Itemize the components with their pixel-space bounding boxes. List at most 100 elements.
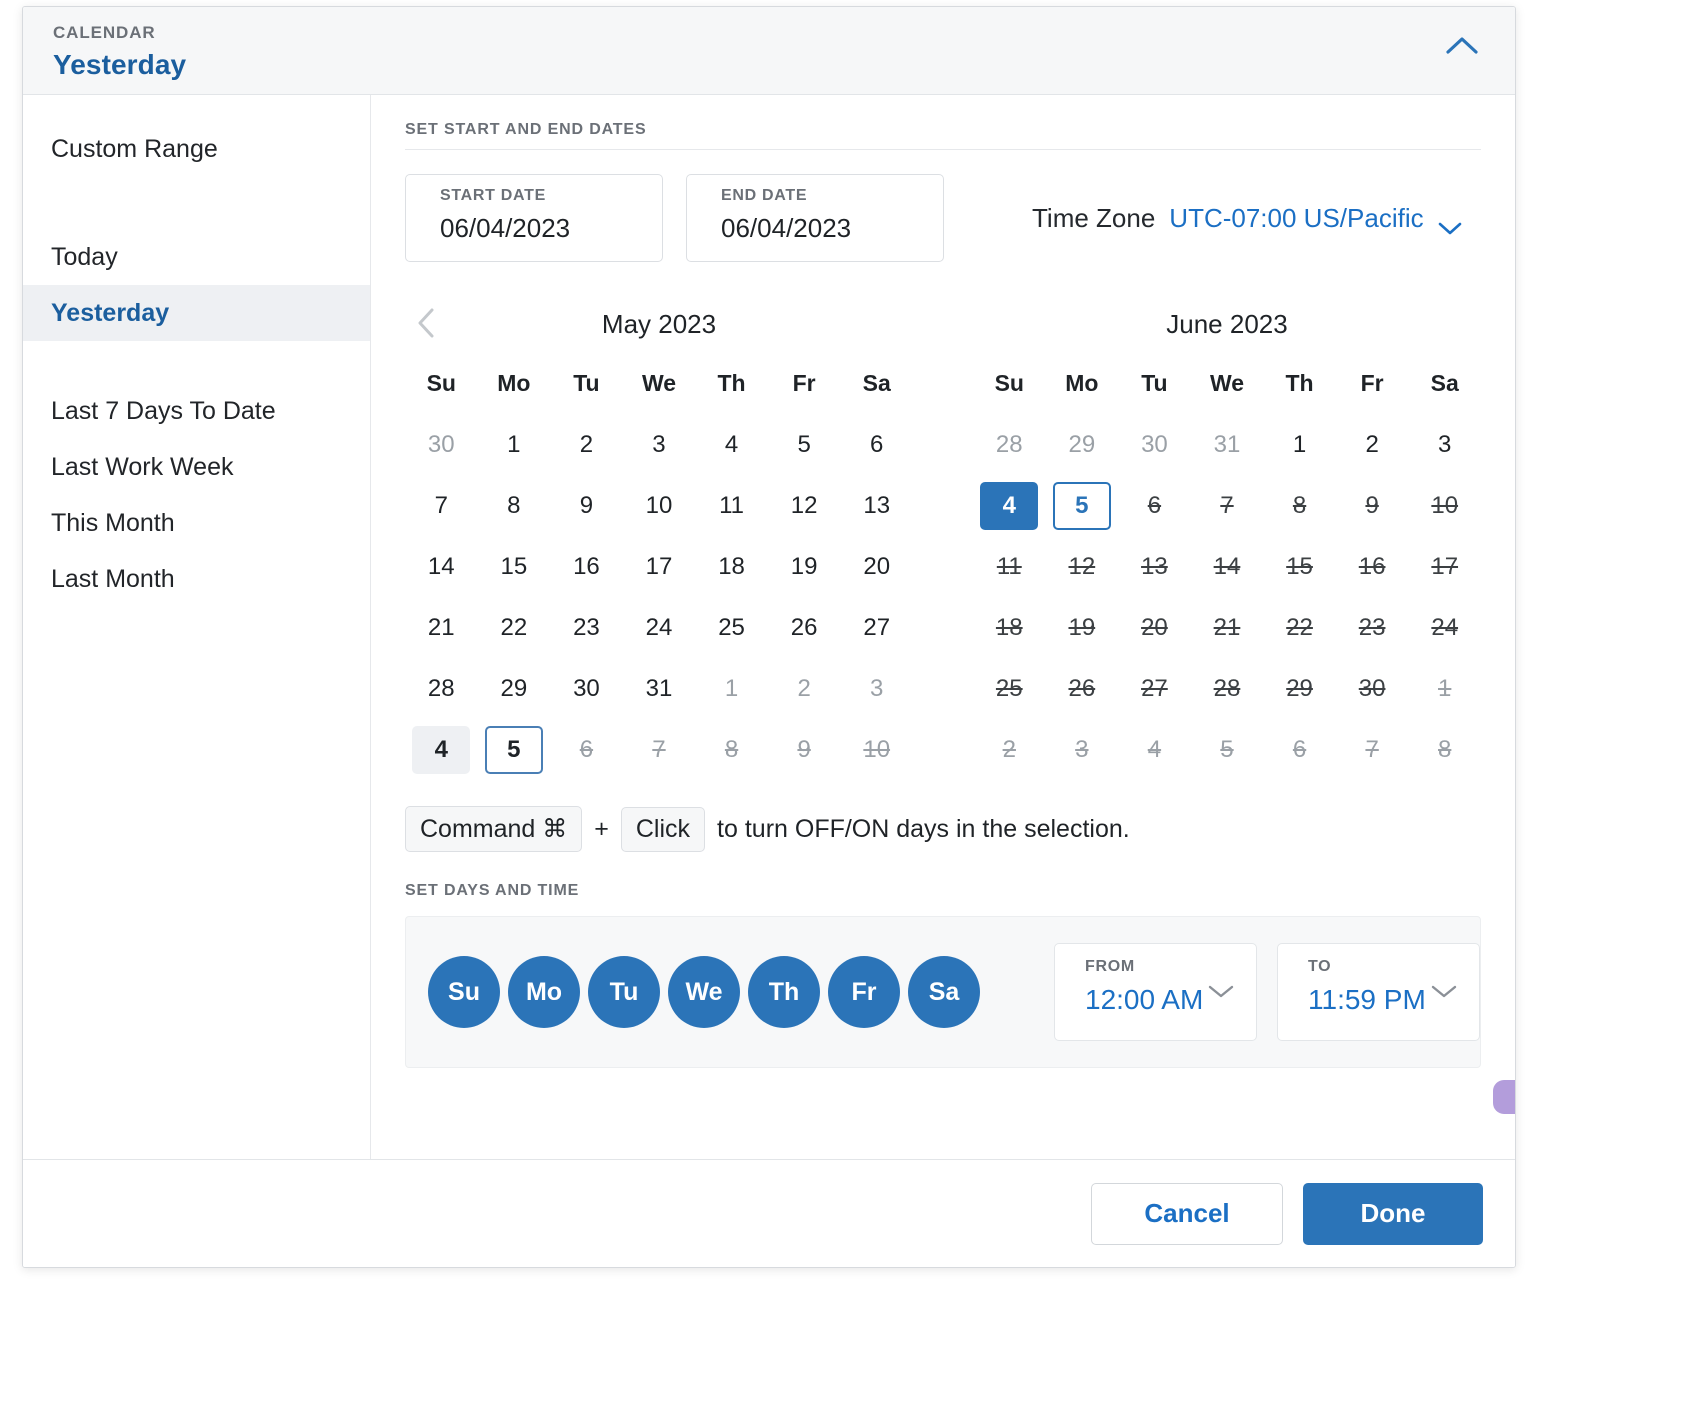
done-button[interactable]: Done: [1303, 1182, 1483, 1245]
calendar-day[interactable]: 16: [557, 543, 615, 591]
day-toggle-tu[interactable]: Tu: [588, 956, 660, 1028]
calendar-day[interactable]: 3: [848, 665, 906, 713]
sidebar-item-last-7-days-to-date[interactable]: Last 7 Days To Date: [23, 383, 370, 439]
sidebar-item-custom-range[interactable]: Custom Range: [23, 121, 370, 177]
calendar-day[interactable]: 27: [1125, 665, 1183, 713]
calendar-day[interactable]: 23: [1343, 604, 1401, 652]
sidebar-item-last-work-week[interactable]: Last Work Week: [23, 439, 370, 495]
chevron-down-icon[interactable]: [1208, 984, 1234, 999]
calendar-day[interactable]: 8: [703, 726, 761, 774]
calendar-day[interactable]: 9: [775, 726, 833, 774]
calendar-day[interactable]: 6: [848, 421, 906, 469]
calendar-day[interactable]: 5: [775, 421, 833, 469]
start-date-field[interactable]: START DATE 06/04/2023: [405, 174, 663, 262]
calendar-day[interactable]: 26: [775, 604, 833, 652]
calendar-day[interactable]: 8: [485, 482, 543, 530]
calendar-day[interactable]: 29: [1271, 665, 1329, 713]
calendar-day[interactable]: 3: [630, 421, 688, 469]
calendar-day[interactable]: 14: [1198, 543, 1256, 591]
calendar-day[interactable]: 13: [848, 482, 906, 530]
calendar-day[interactable]: 4: [980, 481, 1039, 530]
calendar-day[interactable]: 20: [1125, 604, 1183, 652]
calendar-day[interactable]: 23: [557, 604, 615, 652]
calendar-day[interactable]: 19: [1053, 604, 1111, 652]
calendar-day[interactable]: 11: [980, 543, 1038, 591]
calendar-day[interactable]: 17: [1416, 543, 1474, 591]
calendar-day[interactable]: 21: [412, 604, 470, 652]
to-time-field[interactable]: TO 11:59 PM: [1277, 943, 1480, 1041]
calendar-day[interactable]: 22: [485, 604, 543, 652]
calendar-day[interactable]: 2: [1343, 421, 1401, 469]
calendar-day[interactable]: 24: [630, 604, 688, 652]
calendar-day[interactable]: 11: [703, 482, 761, 530]
from-time-field[interactable]: FROM 12:00 AM: [1054, 943, 1257, 1041]
calendar-day[interactable]: 1: [485, 421, 543, 469]
calendar-day[interactable]: 30: [1125, 421, 1183, 469]
calendar-day[interactable]: 20: [848, 543, 906, 591]
calendar-day[interactable]: 2: [557, 421, 615, 469]
day-toggle-mo[interactable]: Mo: [508, 956, 580, 1028]
calendar-day[interactable]: 2: [775, 665, 833, 713]
calendar-day[interactable]: 7: [1198, 482, 1256, 530]
calendar-day[interactable]: 6: [1271, 726, 1329, 774]
calendar-day[interactable]: 26: [1053, 665, 1111, 713]
calendar-day[interactable]: 17: [630, 543, 688, 591]
calendar-day[interactable]: 16: [1343, 543, 1401, 591]
calendar-day[interactable]: 1: [1271, 421, 1329, 469]
calendar-day[interactable]: 10: [1416, 482, 1474, 530]
calendar-day[interactable]: 13: [1125, 543, 1183, 591]
calendar-day[interactable]: 3: [1416, 421, 1474, 469]
calendar-day[interactable]: 2: [980, 726, 1038, 774]
day-toggle-we[interactable]: We: [668, 956, 740, 1028]
calendar-day[interactable]: 4: [412, 725, 471, 774]
calendar-day[interactable]: 10: [848, 726, 906, 774]
calendar-day[interactable]: 8: [1416, 726, 1474, 774]
chevron-down-icon[interactable]: [1431, 984, 1457, 999]
calendar-day[interactable]: 28: [1198, 665, 1256, 713]
calendar-day[interactable]: 30: [557, 665, 615, 713]
calendar-day[interactable]: 15: [1271, 543, 1329, 591]
calendar-day[interactable]: 6: [1125, 482, 1183, 530]
calendar-day[interactable]: 6: [557, 726, 615, 774]
calendar-day[interactable]: 9: [1343, 482, 1401, 530]
day-toggle-su[interactable]: Su: [428, 956, 500, 1028]
calendar-day[interactable]: 5: [1052, 481, 1111, 530]
sidebar-item-this-month[interactable]: This Month: [23, 495, 370, 551]
calendar-day[interactable]: 14: [412, 543, 470, 591]
calendar-day[interactable]: 5: [484, 725, 543, 774]
day-toggle-th[interactable]: Th: [748, 956, 820, 1028]
calendar-day[interactable]: 21: [1198, 604, 1256, 652]
calendar-day[interactable]: 10: [630, 482, 688, 530]
sidebar-item-yesterday[interactable]: Yesterday: [23, 285, 370, 341]
end-date-field[interactable]: END DATE 06/04/2023: [686, 174, 944, 262]
calendar-day[interactable]: 12: [775, 482, 833, 530]
calendar-day[interactable]: 15: [485, 543, 543, 591]
calendar-day[interactable]: 7: [630, 726, 688, 774]
calendar-day[interactable]: 9: [557, 482, 615, 530]
calendar-day[interactable]: 29: [485, 665, 543, 713]
calendar-day[interactable]: 31: [1198, 421, 1256, 469]
calendar-day[interactable]: 22: [1271, 604, 1329, 652]
calendar-day[interactable]: 4: [703, 421, 761, 469]
calendar-day[interactable]: 25: [703, 604, 761, 652]
calendar-day[interactable]: 3: [1053, 726, 1111, 774]
calendar-day[interactable]: 28: [980, 421, 1038, 469]
day-toggle-fr[interactable]: Fr: [828, 956, 900, 1028]
chevron-up-icon[interactable]: [1445, 35, 1479, 57]
calendar-day[interactable]: 27: [848, 604, 906, 652]
chevron-down-icon[interactable]: [1438, 211, 1462, 235]
timezone-value[interactable]: UTC-07:00 US/Pacific: [1169, 203, 1423, 234]
calendar-day[interactable]: 24: [1416, 604, 1474, 652]
calendar-day[interactable]: 8: [1271, 482, 1329, 530]
calendar-day[interactable]: 5: [1198, 726, 1256, 774]
calendar-day[interactable]: 29: [1053, 421, 1111, 469]
calendar-day[interactable]: 7: [412, 482, 470, 530]
calendar-day[interactable]: 25: [980, 665, 1038, 713]
calendar-day[interactable]: 30: [412, 421, 470, 469]
calendar-day[interactable]: 18: [703, 543, 761, 591]
chevron-left-icon[interactable]: [413, 306, 441, 340]
calendar-day[interactable]: 31: [630, 665, 688, 713]
calendar-day[interactable]: 1: [703, 665, 761, 713]
sidebar-item-last-month[interactable]: Last Month: [23, 551, 370, 607]
calendar-day[interactable]: 12: [1053, 543, 1111, 591]
